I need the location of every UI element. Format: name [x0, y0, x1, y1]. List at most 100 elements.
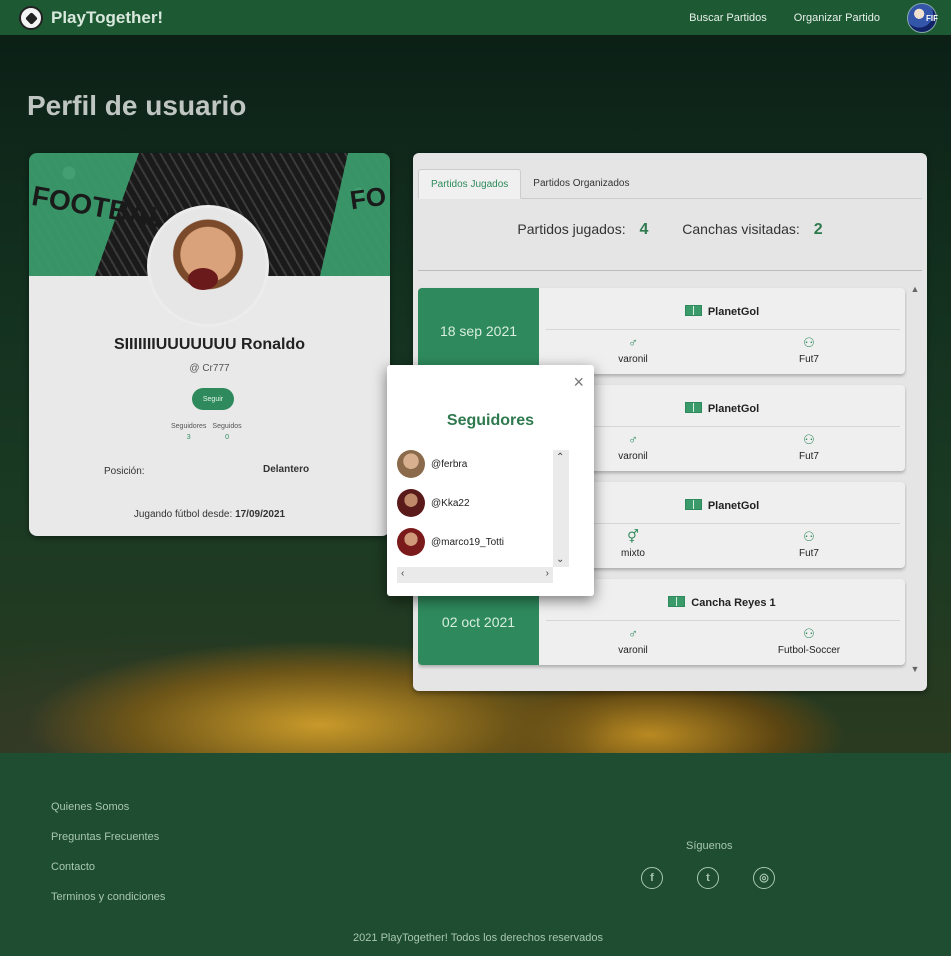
footer-link-quienes-somos[interactable]: Quienes Somos	[51, 801, 129, 813]
footer-link-terminos[interactable]: Terminos y condiciones	[51, 891, 165, 903]
instagram-icon[interactable]: ◎	[753, 867, 775, 889]
nav-buscar-partidos[interactable]: Buscar Partidos	[689, 12, 767, 24]
follower-item[interactable]: @marco19_Totti	[397, 528, 504, 556]
players-icon: ⚇	[803, 626, 815, 641]
tab-partidos-organizados[interactable]: Partidos Organizados	[521, 169, 641, 199]
players-icon: ⚇	[803, 529, 815, 544]
nav-organizar-partido[interactable]: Organizar Partido	[794, 12, 880, 24]
followers-label: Seguidores	[171, 423, 207, 430]
avatar	[397, 528, 425, 556]
avatar	[397, 489, 425, 517]
footer-link-preguntas[interactable]: Preguntas Frecuentes	[51, 831, 159, 843]
cover-text-right: FO	[347, 180, 388, 216]
players-icon: ⚇	[803, 335, 815, 350]
following-number: 0	[225, 434, 229, 441]
players-icon: ⚇	[803, 432, 815, 447]
venues-count: 2	[813, 221, 823, 238]
gender-label: varonil	[618, 451, 648, 462]
played-label: Partidos jugados:	[517, 221, 626, 237]
playing-since: Jugando fútbol desde: 17/09/2021	[29, 509, 390, 520]
followers-modal: × Seguidores @ferbra @Kka22 @marco19_Tot…	[387, 365, 594, 596]
venue-name: PlanetGol	[707, 500, 760, 512]
footer-link-contacto[interactable]: Contacto	[51, 861, 95, 873]
venue-name: Cancha Reyes 1	[691, 597, 776, 609]
match-venue: PlanetGol	[539, 305, 905, 318]
modal-title: Seguidores	[446, 412, 535, 429]
follow-counts: Seguidores 3 Seguidos 0	[171, 423, 242, 441]
match-type: ⚇ Fut7	[718, 529, 900, 560]
follower-item[interactable]: @ferbra	[397, 450, 467, 478]
brand-name: PlayTogether!	[51, 7, 164, 27]
followers-number: 3	[186, 434, 191, 441]
follow-us-title: Síguenos	[686, 840, 733, 852]
profile-picture	[147, 205, 269, 327]
type-label: Fut7	[798, 548, 819, 559]
followers-list: @ferbra @Kka22 @marco19_Totti	[397, 450, 569, 567]
position-label: Posición:	[104, 466, 145, 477]
chevron-up-icon[interactable]: ⌃	[556, 452, 564, 463]
avatar-badge: FIF	[926, 13, 938, 23]
brand[interactable]: PlayTogether!	[19, 5, 164, 30]
following-label: Seguidos	[212, 423, 242, 430]
match-gender: ♂ varonil	[542, 336, 724, 366]
match-card[interactable]: 18 sep 2021 PlanetGol ♂ varonil ⚇ Fut7	[418, 288, 905, 374]
played-count: 4	[639, 221, 649, 238]
tab-partidos-jugados[interactable]: Partidos Jugados	[418, 169, 522, 199]
chevron-left-icon[interactable]: ‹	[401, 568, 404, 579]
navbar: PlayTogether! Buscar Partidos Organizar …	[0, 0, 951, 35]
nav-links: Buscar Partidos Organizar Partido FIF	[689, 0, 951, 35]
soccer-ball-icon	[19, 5, 43, 30]
facebook-icon[interactable]: f	[641, 867, 663, 889]
venue-name: PlanetGol	[707, 403, 760, 415]
follower-handle: @marco19_Totti	[431, 536, 504, 548]
followers-scrollbar[interactable]: ⌃ ⌄	[553, 450, 569, 567]
scroll-down-icon[interactable]: ▼	[909, 663, 921, 675]
divider	[546, 426, 900, 427]
profile-username: @ Cr777	[189, 363, 230, 374]
match-type: ⚇ Futbol-Soccer	[718, 626, 900, 657]
divider	[546, 329, 900, 330]
page-title: Perfil de usuario	[27, 90, 247, 121]
divider	[546, 523, 900, 524]
follower-handle: @Kka22	[431, 497, 470, 509]
gender-label: varonil	[618, 354, 648, 365]
follower-handle: @ferbra	[431, 458, 468, 470]
followers-h-scrollbar[interactable]: ‹ ›	[397, 567, 553, 583]
position-value: Delantero	[263, 464, 310, 475]
field-icon	[668, 596, 686, 607]
type-label: Futbol-Soccer	[777, 645, 841, 656]
type-label: Fut7	[798, 354, 819, 365]
match-gender: ♂ varonil	[542, 626, 724, 657]
match-date: 18 sep 2021	[418, 288, 539, 374]
twitter-icon[interactable]: t	[697, 867, 719, 889]
copyright: 2021 PlayTogether! Todos los derechos re…	[353, 932, 603, 944]
match-type: ⚇ Fut7	[718, 335, 900, 366]
divider	[546, 620, 900, 621]
venues-label: Canchas visitadas:	[682, 221, 800, 237]
match-venue: Cancha Reyes 1	[539, 596, 905, 609]
field-icon	[684, 402, 702, 413]
match-list-scrollbar[interactable]: ▲ ▼	[909, 283, 921, 675]
match-type: ⚇ Fut7	[718, 432, 900, 463]
follow-button[interactable]: Seguir	[192, 388, 234, 410]
followers-count[interactable]: Seguidores 3	[171, 423, 206, 441]
following-count[interactable]: Seguidos 0	[212, 423, 241, 441]
chevron-down-icon[interactable]: ⌄	[556, 554, 564, 565]
venue-name: PlanetGol	[707, 306, 760, 318]
male-icon: ♂	[628, 626, 638, 641]
user-avatar[interactable]: FIF	[907, 2, 938, 33]
chevron-right-icon[interactable]: ›	[546, 568, 549, 579]
matches-tabs: Partidos Jugados Partidos Organizados	[418, 169, 922, 199]
profile-card: FOOTBALL FO SIIIIIIIUUUUUUU Ronaldo @ Cr…	[29, 153, 390, 536]
gender-label: mixto	[621, 548, 645, 559]
close-icon[interactable]: ×	[573, 373, 584, 391]
field-icon	[684, 499, 702, 510]
scroll-up-icon[interactable]: ▲	[909, 283, 921, 295]
footer: Quienes Somos Preguntas Frecuentes Conta…	[0, 753, 951, 956]
match-stats: Partidos jugados: 4 Canchas visitadas: 2	[413, 221, 927, 239]
gender-label: varonil	[618, 645, 648, 656]
field-icon	[684, 305, 702, 316]
avatar	[397, 450, 425, 478]
since-value: 17/09/2021	[235, 509, 286, 520]
follower-item[interactable]: @Kka22	[397, 489, 470, 517]
